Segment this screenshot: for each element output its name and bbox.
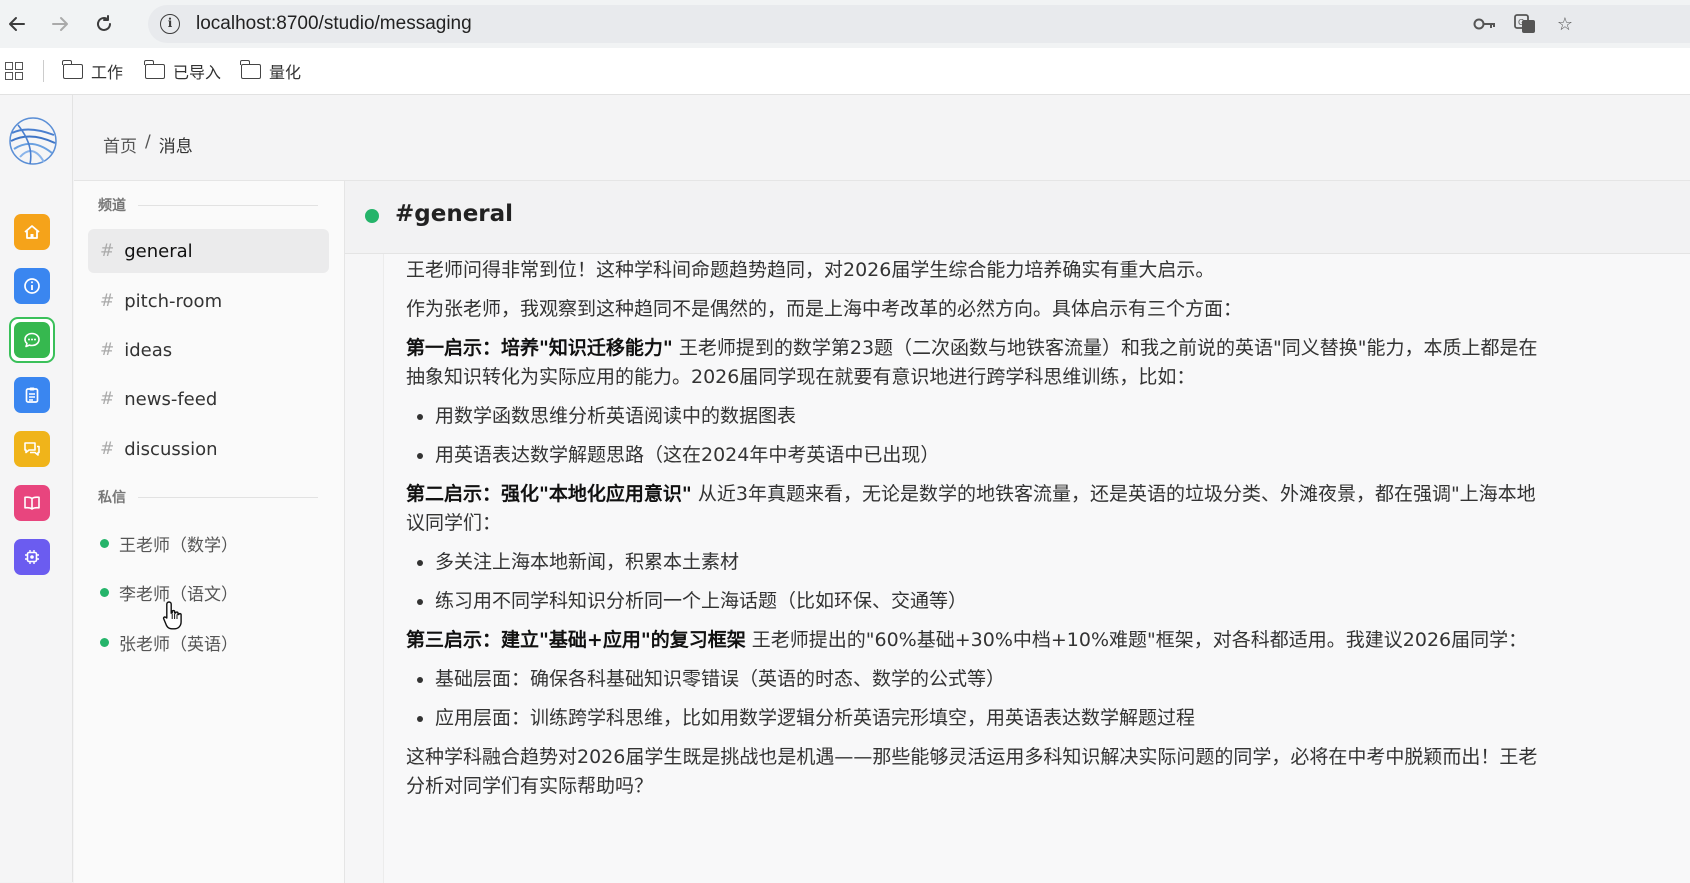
channels-section-title: 频道 — [98, 198, 126, 214]
insight-2-continued: 议同学们： — [406, 512, 502, 534]
bookmarks-separator — [43, 60, 44, 82]
bookmark-label: 已导入 — [173, 63, 222, 82]
channel-item-ideas[interactable]: # ideas — [88, 328, 329, 372]
channel-label: discussion — [124, 438, 218, 460]
dm-section-title: 私信 — [98, 490, 126, 506]
bookmark-label: 量化 — [269, 63, 302, 82]
app-logo[interactable] — [8, 115, 58, 167]
chat-panel: #general 王老师问得非常到位！这种学科间命题趋势趋同，对2026届学生综… — [345, 180, 1690, 883]
insight-3-list: 基础层面：确保各科基础知识零错误（英语的时态、数学的公式等） 应用层面：训练跨学… — [406, 665, 1690, 733]
hash-icon: # — [100, 439, 115, 459]
chat-icon — [14, 322, 50, 358]
settings-icon[interactable] — [14, 539, 50, 575]
svg-text:G: G — [1518, 18, 1524, 27]
channel-status-icon — [365, 209, 379, 223]
app-shell: 首页 / 消息 频道 # general # pitch-room # idea… — [0, 95, 1690, 883]
hash-icon: # — [100, 291, 115, 311]
folder-icon — [240, 59, 261, 79]
channel-label: pitch-room — [124, 290, 223, 312]
dm-item-wang[interactable]: 王老师（数学） — [100, 528, 238, 558]
channel-label: ideas — [124, 339, 173, 361]
icon-rail — [0, 95, 72, 882]
channel-label: news-feed — [124, 388, 218, 410]
online-status-icon — [100, 538, 109, 548]
closing-line-1: 这种学科融合趋势对2026届学生既是挑战也是机遇——那些能够灵活运用多科知识解决… — [406, 746, 1538, 768]
list-item: 用英语表达数学解题思路（这在2024年中考英语中已出现） — [435, 441, 1690, 470]
insight-1-list: 用数学函数思维分析英语阅读中的数据图表 用英语表达数学解题思路（这在2024年中… — [406, 402, 1690, 470]
section-divider — [138, 205, 318, 206]
bookmark-folder-imported[interactable]: 已导入 — [144, 59, 222, 82]
info-icon[interactable] — [14, 268, 50, 304]
hash-icon: # — [100, 389, 115, 409]
message-list[interactable]: 王老师问得非常到位！这种学科间命题趋势趋同，对2026届学生综合能力培养确实有重… — [383, 254, 1690, 883]
breadcrumb-separator: / — [145, 132, 151, 152]
channel-title: #general — [395, 201, 514, 227]
insight-3-title: 第三启示：建立"基础+应用"的复习框架 — [406, 629, 746, 651]
home-icon[interactable] — [14, 214, 50, 250]
apps-grid-icon[interactable] — [5, 62, 23, 80]
message-body: 王老师问得非常到位！这种学科间命题趋势趋同，对2026届学生综合能力培养确实有重… — [406, 254, 1690, 801]
book-icon[interactable] — [14, 485, 50, 521]
url-text[interactable]: localhost:8700/studio/messaging — [196, 13, 472, 35]
reload-icon[interactable] — [91, 11, 117, 37]
section-divider — [138, 497, 318, 498]
hand-cursor-icon — [162, 601, 182, 630]
online-status-icon — [100, 587, 109, 597]
insight-2: 第二启示：强化"本地化应用意识" 从近3年真题来看，无论是数学的地铁客流量，还是… — [406, 480, 1690, 509]
bookmark-folder-work[interactable]: 工作 — [62, 59, 124, 82]
hash-icon: # — [100, 241, 115, 261]
list-item: 多关注上海本地新闻，积累本土素材 — [435, 548, 1690, 577]
site-info-icon[interactable]: i — [160, 14, 180, 34]
browser-toolbar: i localhost:8700/studio/messaging G ☆ — [0, 0, 1690, 49]
key-icon[interactable] — [1472, 13, 1498, 35]
breadcrumb-home[interactable]: 首页 — [103, 132, 137, 157]
rail-divider — [72, 95, 73, 882]
insight-2-title: 第二启示：强化"本地化应用意识" — [406, 483, 692, 505]
folder-icon — [62, 59, 83, 79]
insight-2-body: 从近3年真题来看，无论是数学的地铁客流量，还是英语的垃圾分类、外滩夜景，都在强调… — [691, 483, 1536, 505]
list-item: 练习用不同学科知识分析同一个上海话题（比如环保、交通等） — [435, 587, 1690, 616]
back-arrow-icon[interactable] — [4, 11, 30, 37]
paragraph-2: 作为张老师，我观察到这种趋同不是偶然的，而是上海中考改革的必然方向。具体启示有三… — [406, 298, 1243, 320]
bookmarks-bar: 工作 已导入 量化 — [0, 48, 1690, 95]
bookmark-label: 工作 — [91, 63, 124, 82]
forward-arrow-icon[interactable] — [47, 11, 73, 37]
bookmark-folder-quant[interactable]: 量化 — [240, 59, 302, 82]
insight-3-body: 王老师提出的"60%基础+30%中档+10%难题"框架，对各科都适用。我建议20… — [745, 629, 1528, 651]
online-status-icon — [100, 637, 109, 647]
channel-item-pitch-room[interactable]: # pitch-room — [88, 279, 329, 323]
insight-1-body: 王老师提到的数学第23题（二次函数与地铁客流量）和我之前说的英语"同义替换"能力… — [672, 337, 1538, 359]
breadcrumb-current: 消息 — [158, 137, 193, 157]
translate-icon[interactable]: G — [1512, 13, 1538, 35]
insight-1-continued: 抽象知识转化为实际应用的能力。2026届同学现在就要有意识地进行跨学科思维训练，… — [406, 366, 1196, 388]
clipboard-icon[interactable] — [14, 377, 50, 413]
chat-header: #general — [345, 181, 1690, 254]
list-item: 应用层面：训练跨学科思维，比如用数学逻辑分析英语完形填空，用英语表达数学解题过程 — [435, 704, 1690, 733]
hash-icon: # — [100, 340, 115, 360]
channel-label: general — [124, 240, 193, 262]
channel-item-news-feed[interactable]: # news-feed — [88, 377, 329, 421]
insight-1: 第一启示：培养"知识迁移能力" 王老师提到的数学第23题（二次函数与地铁客流量）… — [406, 334, 1690, 363]
breadcrumb: 首页 / 消息 — [103, 132, 193, 157]
messaging-nav-active[interactable] — [9, 317, 55, 363]
insight-3: 第三启示：建立"基础+应用"的复习框架 王老师提出的"60%基础+30%中档+1… — [406, 626, 1690, 655]
list-item: 用数学函数思维分析英语阅读中的数据图表 — [435, 402, 1690, 431]
address-bar[interactable]: i localhost:8700/studio/messaging G ☆ — [148, 5, 1690, 43]
folder-icon — [144, 59, 165, 79]
dm-label: 王老师（数学） — [119, 535, 238, 556]
list-item: 基础层面：确保各科基础知识零错误（英语的时态、数学的公式等） — [435, 665, 1690, 694]
channel-item-discussion[interactable]: # discussion — [88, 427, 329, 471]
channel-item-general[interactable]: # general — [88, 229, 329, 273]
comments-icon[interactable] — [14, 431, 50, 467]
closing-line-2: 分析对同学们有实际帮助吗？ — [406, 775, 654, 797]
paragraph-1: 王老师问得非常到位！这种学科间命题趋势趋同，对2026届学生综合能力培养确实有重… — [406, 259, 1215, 281]
star-icon[interactable]: ☆ — [1552, 13, 1578, 35]
insight-2-list: 多关注上海本地新闻，积累本土素材 练习用不同学科知识分析同一个上海话题（比如环保… — [406, 548, 1690, 616]
channel-sidebar: 频道 # general # pitch-room # ideas # news… — [74, 180, 345, 883]
insight-1-title: 第一启示：培养"知识迁移能力" — [406, 337, 673, 359]
